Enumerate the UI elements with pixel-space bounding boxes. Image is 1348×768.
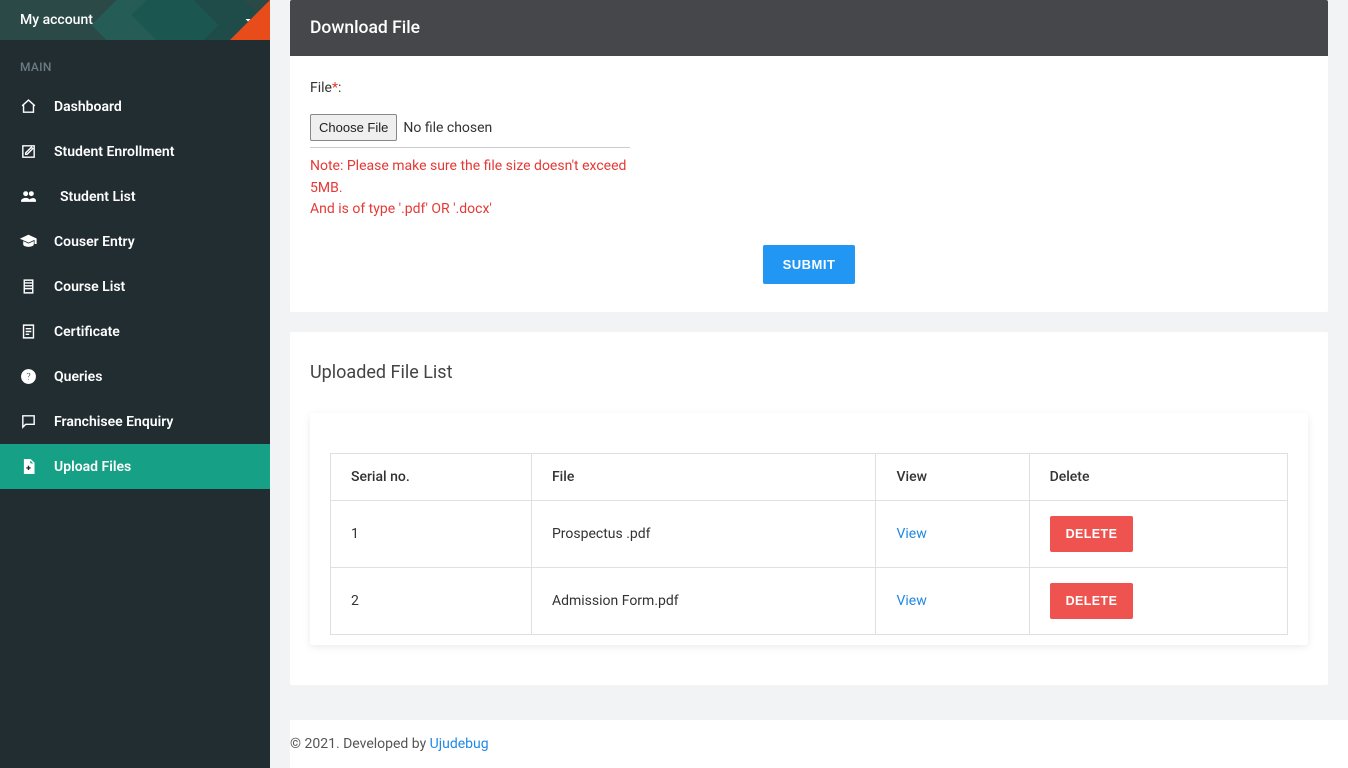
sidebar-item-certificate[interactable]: Certificate: [0, 309, 270, 354]
uploaded-files-table: Serial no. File View Delete 1Prospectus …: [330, 453, 1288, 635]
home-icon: [20, 98, 54, 115]
table-row: 1Prospectus .pdf View DELETE: [331, 501, 1288, 568]
nav-label: Dashboard: [54, 99, 122, 115]
sidebar-item-couser-entry[interactable]: Couser Entry: [0, 219, 270, 264]
cell-file: Admission Form.pdf: [531, 568, 876, 635]
table-header-row: Serial no. File View Delete: [331, 454, 1288, 501]
uploaded-files-card: Uploaded File List Serial no. File View …: [290, 332, 1328, 685]
nav-label: Queries: [54, 369, 102, 385]
view-link[interactable]: View: [896, 526, 926, 542]
submit-button[interactable]: SUBMIT: [763, 245, 856, 284]
download-file-card: Download File File*: Choose File No file…: [290, 0, 1328, 312]
col-serial: Serial no.: [331, 454, 532, 501]
sidebar-item-franchisee-enquiry[interactable]: Franchisee Enquiry: [0, 399, 270, 444]
sidebar-item-dashboard[interactable]: Dashboard: [0, 84, 270, 129]
cell-serial: 1: [331, 501, 532, 568]
sidebar-item-upload-files[interactable]: Upload Files: [0, 444, 270, 489]
table-row: 2Admission Form.pdf View DELETE: [331, 568, 1288, 635]
file-plus-icon: [20, 458, 54, 475]
nav-label: Student Enrollment: [54, 144, 174, 160]
chat-icon: [20, 413, 54, 430]
people-icon: [20, 188, 54, 205]
chevron-down-icon: [242, 14, 254, 30]
clipboard-icon: [20, 278, 54, 295]
file-chosen-text: No file chosen: [403, 120, 492, 136]
edit-square-icon: [20, 143, 54, 160]
account-header[interactable]: My account: [0, 0, 270, 40]
svg-text:?: ?: [26, 372, 31, 383]
sidebar: My account MAIN Dashboard Student Enrollm…: [0, 0, 270, 768]
col-view: View: [876, 454, 1029, 501]
cell-serial: 2: [331, 568, 532, 635]
sidebar-item-student-enrollment[interactable]: Student Enrollment: [0, 129, 270, 174]
footer: © 2021. Developed by Ujudebug: [290, 720, 1348, 768]
account-label: My account: [20, 12, 93, 28]
footer-link[interactable]: Ujudebug: [430, 736, 489, 752]
sidebar-item-course-list[interactable]: Course List: [0, 264, 270, 309]
nav-label: Couser Entry: [54, 234, 135, 250]
card-title: Download File: [310, 18, 420, 38]
cell-file: Prospectus .pdf: [531, 501, 876, 568]
col-file: File: [531, 454, 876, 501]
sidebar-section-label: MAIN: [0, 40, 270, 84]
graduation-cap-icon: [20, 233, 54, 250]
delete-button[interactable]: DELETE: [1050, 583, 1134, 619]
nav-label: Franchisee Enquiry: [54, 414, 173, 430]
card-header: Download File: [290, 0, 1328, 56]
sidebar-item-student-list[interactable]: Student List: [0, 174, 270, 219]
sidebar-item-queries[interactable]: ? Queries: [0, 354, 270, 399]
choose-file-button[interactable]: Choose File: [310, 114, 397, 141]
file-field-label: File*:: [310, 80, 1308, 96]
uploaded-files-title: Uploaded File List: [310, 362, 1308, 383]
uploaded-files-panel: Serial no. File View Delete 1Prospectus …: [310, 413, 1308, 645]
footer-text: © 2021. Developed by: [290, 736, 430, 752]
view-link[interactable]: View: [896, 593, 926, 609]
file-input-row: Choose File No file chosen: [310, 114, 630, 148]
main-content: Download File File*: Choose File No file…: [270, 0, 1348, 685]
nav-label: Student List: [54, 189, 136, 205]
nav-label: Course List: [54, 279, 125, 295]
delete-button[interactable]: DELETE: [1050, 516, 1134, 552]
nav-label: Certificate: [54, 324, 120, 340]
question-circle-icon: ?: [20, 368, 54, 385]
document-icon: [20, 323, 54, 340]
nav-label: Upload Files: [54, 459, 131, 475]
file-note: Note: Please make sure the file size doe…: [310, 156, 630, 221]
col-delete: Delete: [1029, 454, 1287, 501]
